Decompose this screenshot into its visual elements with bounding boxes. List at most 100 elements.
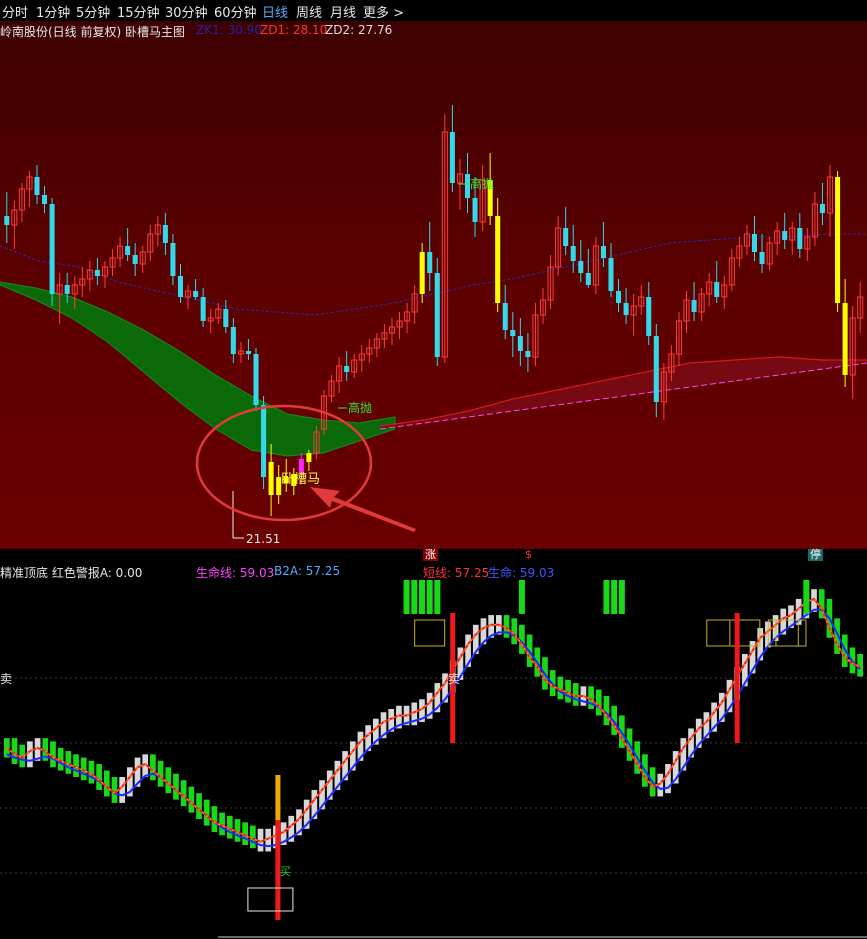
sub-bar [96,764,102,790]
indicator-zd2: ZD2: 27.76 [325,23,393,37]
sub-bar [173,773,179,800]
sub-bar [150,754,156,781]
tab-0[interactable]: 分时 [2,2,28,21]
green-top-marker [418,580,425,614]
candle-body [472,198,478,222]
panel-separator: 涨 $ 停 [0,549,867,563]
sub-bar [188,786,195,813]
sub-bar [211,806,218,833]
candle-body [616,291,622,303]
green-top-marker [403,580,410,614]
candle-body [691,300,697,312]
main-candlestick-chart: 高抛高抛卧槽马21.51 [0,21,867,549]
sub-bar [511,618,518,645]
sell-signal-left: 卖 [0,672,13,686]
candle-body [525,351,531,357]
indicator-zd1: ZD1: 28.10 [260,23,328,37]
tab-9[interactable]: 更多 > [363,2,404,21]
candle-body [306,453,312,462]
tab-5[interactable]: 60分钟 [214,2,257,21]
tab-2[interactable]: 5分钟 [76,2,110,21]
sub-bar [27,741,33,768]
candle-body [502,303,508,330]
candle-body [49,204,55,294]
candle-body [434,273,440,357]
candle-body [600,246,606,258]
candle-body [782,231,788,240]
candle-body [170,243,176,276]
candle-body [578,261,584,273]
sub-bar [119,777,125,803]
candle-body [585,273,591,285]
life-readout: 生命: 59.03 [488,566,555,580]
green-top-marker [611,580,618,614]
green-top-marker [803,580,810,614]
period-tabs: 分时 1分钟 5分钟 15分钟 30分钟 60分钟 日线 周线 月线 更多 > [0,0,867,21]
buy-label: 买 [280,865,291,878]
tab-1[interactable]: 1分钟 [36,2,70,21]
sub-bar [203,799,210,826]
sub-bar [103,770,110,797]
sub-bar [595,689,602,716]
tab-3[interactable]: 15分钟 [117,2,160,21]
sub-bar [165,767,172,794]
candle-body [193,291,199,297]
tab-7[interactable]: 周线 [296,2,322,21]
red-alert-bar [734,613,740,743]
candle-body [842,303,848,375]
green-top-marker [618,580,625,614]
candle-body [714,282,720,297]
candle-body [245,351,251,354]
sub-bar [180,780,187,807]
green-top-marker [411,580,418,614]
green-top-marker [426,580,433,614]
candle-body [253,354,259,405]
life-line-readout: 生命线: 59.03 [196,566,275,580]
candle-body [427,252,433,273]
candle-body [819,204,825,213]
b2a-readout: B2A: 57.25 [274,564,341,578]
green-top-marker [603,580,610,614]
candle-body [797,228,803,249]
candle-body [125,246,131,255]
candle-body [495,216,501,303]
green-top-marker [434,580,441,614]
main-panel-title: 岭南股份(日线 前复权) 卧槽马主图 [0,25,185,39]
candle-body [94,270,100,276]
halt-badge: 停 [808,548,823,561]
dollar-badge: $ [525,548,532,561]
candle-body [510,330,516,336]
candle-body [570,246,576,261]
candle-body [42,195,48,204]
candle-body [449,132,455,183]
candle-body [64,285,70,294]
sub-bar [11,738,18,765]
candle-body [132,255,138,264]
candle-body [4,216,10,225]
indicator-zk1: ZK1: 30.90 [196,23,262,37]
tab-8[interactable]: 月线 [330,2,356,21]
low-price-label: 21.51 [246,532,280,546]
candle-body [759,252,765,264]
sub-bar [157,760,164,787]
candle-body [608,258,614,291]
candle-body [751,234,758,252]
high-throw-label-1: 高抛 [470,176,494,191]
buy-bar-orange [275,775,281,820]
tab-4[interactable]: 30分钟 [165,2,208,21]
candle-body [646,297,652,336]
candle-body [162,225,168,243]
candle-body [223,309,229,327]
candle-body [268,462,274,495]
candle-body [230,327,236,354]
candle-body [34,177,40,195]
candle-body [623,303,629,315]
tab-6[interactable]: 日线 [262,2,288,21]
short-line-readout: 短线: 57.25 [423,566,490,580]
candle-body [261,405,267,477]
candle-body [177,276,184,297]
pattern-label: 卧槽马 [281,472,320,487]
limit-up-badge: 涨 [423,548,438,561]
sub-bar [196,793,202,820]
sub-bar [50,741,56,768]
